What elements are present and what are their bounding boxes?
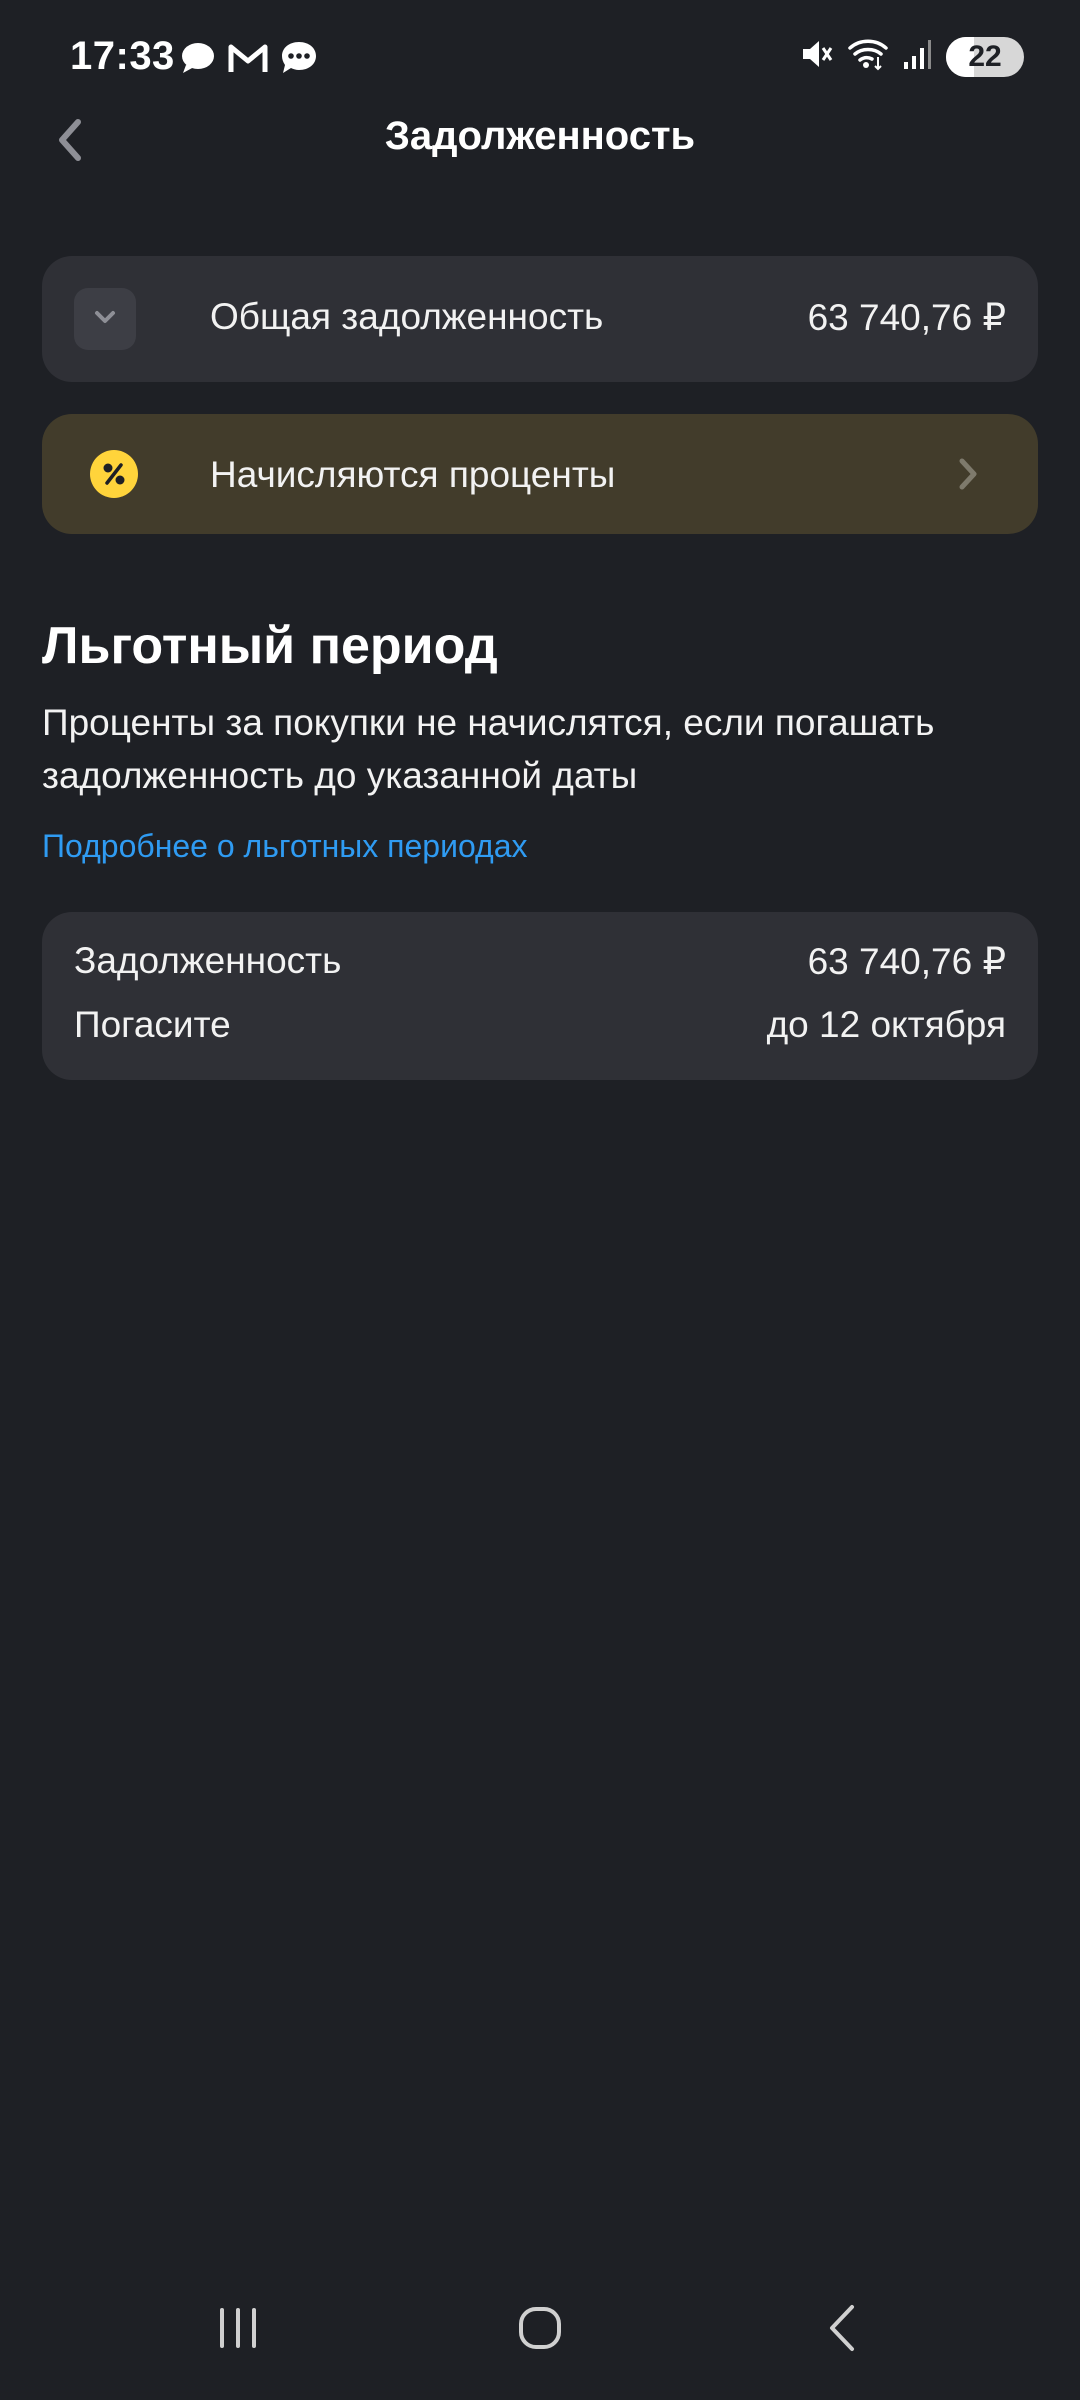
home-button[interactable] xyxy=(500,2300,580,2360)
system-back-button[interactable] xyxy=(802,2300,882,2360)
grace-period-more-link[interactable]: Подробнее о льготных периодах xyxy=(42,828,528,865)
expand-button[interactable] xyxy=(74,288,136,350)
debt-screen: 17:33 22 Задолженность Общая задолженнос… xyxy=(0,0,1080,2400)
page-title: Задолженность xyxy=(384,114,696,158)
interest-label: Начисляются проценты xyxy=(210,454,616,495)
recents-icon xyxy=(216,2306,260,2355)
status-time: 17:33 xyxy=(70,34,175,78)
status-bar: 17:33 22 xyxy=(0,0,1080,110)
total-debt-card[interactable]: Общая задолженность 63 740,76 ₽ xyxy=(42,256,1038,382)
header: Задолженность xyxy=(0,100,1080,180)
grace-row-label: Задолженность xyxy=(74,940,342,981)
system-icons: 22 xyxy=(798,36,1024,77)
interest-accrual-card[interactable]: Начисляются проценты xyxy=(42,414,1038,534)
battery-icon: 22 xyxy=(946,36,1024,77)
wifi-icon xyxy=(848,37,888,76)
home-icon xyxy=(516,2304,564,2357)
chat-bubble-icon xyxy=(180,41,216,80)
total-debt-label: Общая задолженность xyxy=(210,296,604,337)
grace-period-title: Льготный период xyxy=(42,617,498,675)
grace-row-value: до 12 октября xyxy=(766,1004,1006,1045)
chevron-right-icon xyxy=(948,454,988,494)
grace-period-description: Проценты за покупки не начислятся, если … xyxy=(42,702,935,796)
chevron-down-icon xyxy=(93,309,117,330)
message-icon xyxy=(280,40,318,81)
battery-level: 22 xyxy=(968,39,1002,73)
back-icon xyxy=(825,2303,859,2358)
percent-icon xyxy=(90,450,138,498)
total-debt-value: 63 740,76 ₽ xyxy=(807,297,1006,338)
grace-info-card: Задолженность 63 740,76 ₽ Погасите до 12… xyxy=(42,912,1038,1080)
recents-button[interactable] xyxy=(198,2300,278,2360)
grace-row-due: Погасите до 12 октября xyxy=(74,1004,1006,1046)
grace-row-label: Погасите xyxy=(74,1004,231,1045)
grace-row-value: 63 740,76 ₽ xyxy=(807,941,1006,982)
navigation-bar xyxy=(0,2260,1080,2400)
mute-icon xyxy=(798,36,834,77)
gmail-icon xyxy=(228,42,268,79)
grace-row-debt: Задолженность 63 740,76 ₽ xyxy=(74,940,1006,983)
signal-icon xyxy=(902,38,932,75)
notification-icons xyxy=(180,40,318,81)
